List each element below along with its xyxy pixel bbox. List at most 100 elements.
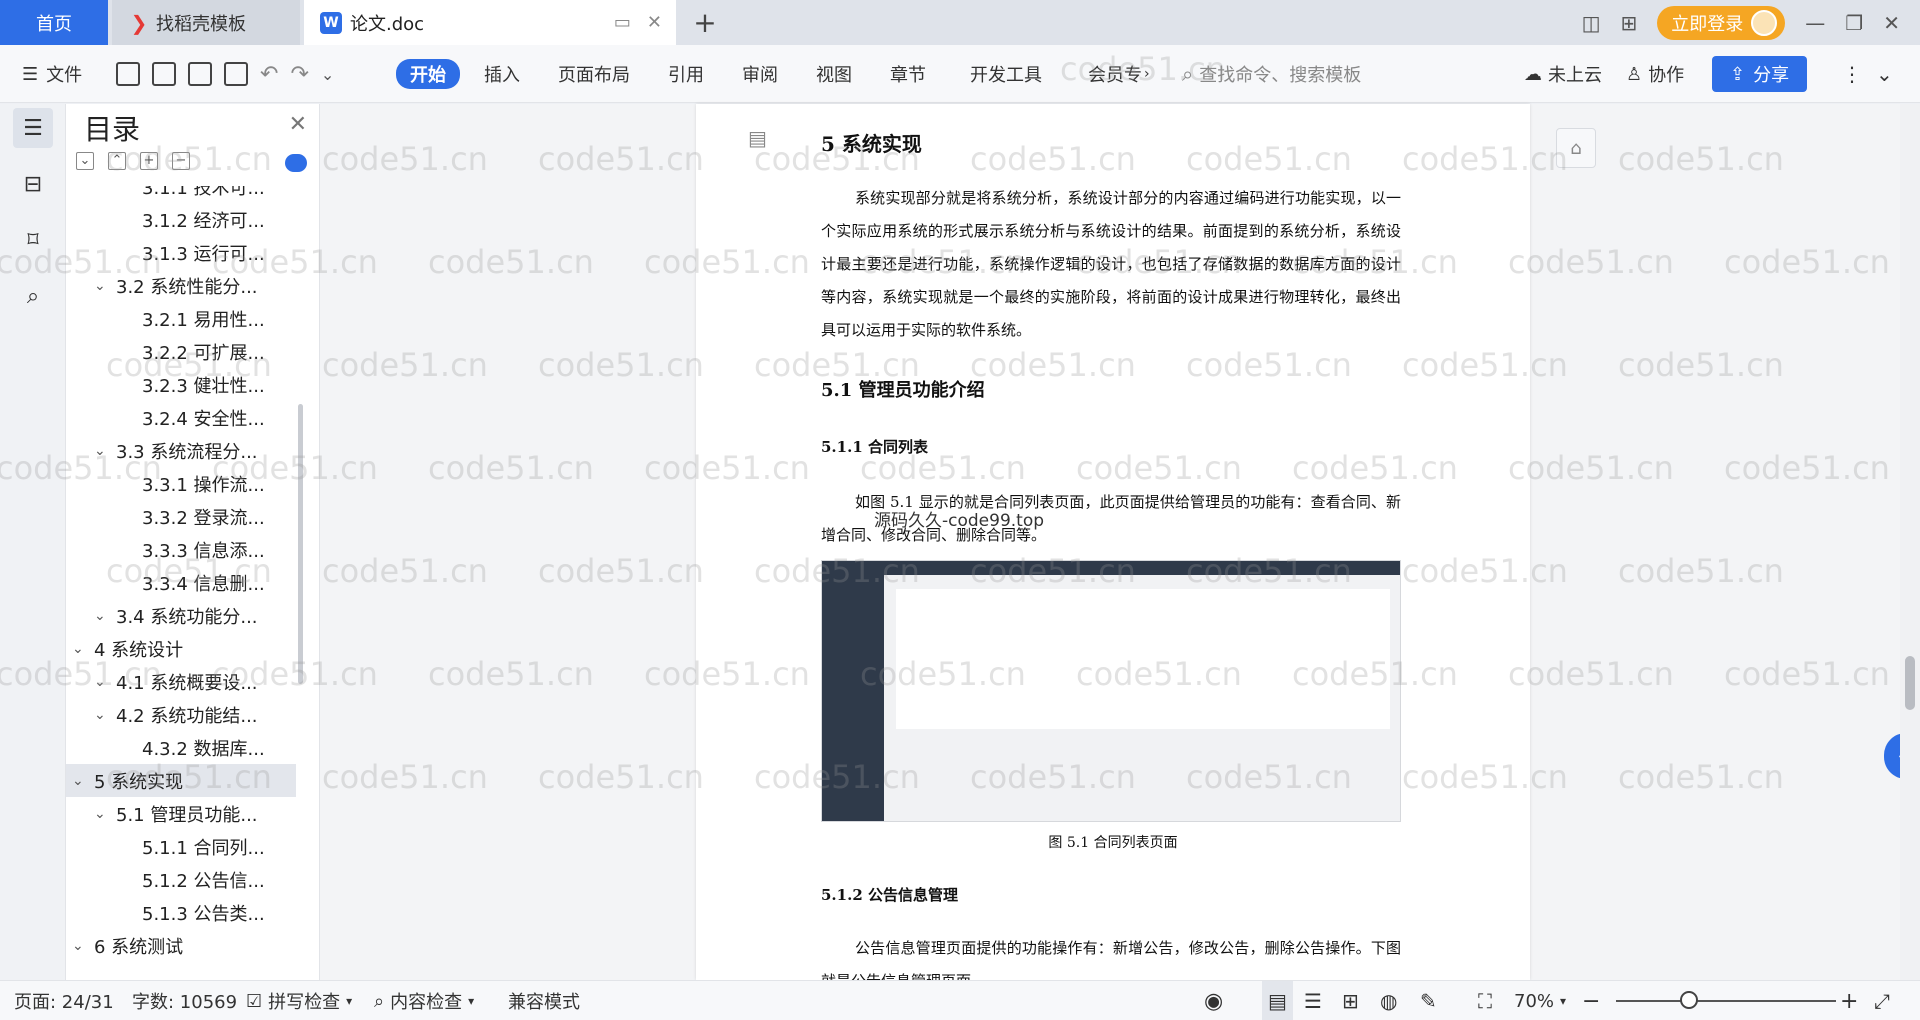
word-count[interactable]: 字数: 10569 <box>132 981 237 1020</box>
close-tab-icon[interactable]: ✕ <box>647 12 662 33</box>
chevron-down-icon[interactable]: ⌄ <box>72 641 94 657</box>
fullscreen-icon[interactable]: ⤢ <box>1874 981 1890 1020</box>
zoom-out-icon[interactable]: − <box>1582 981 1600 1020</box>
chevron-down-icon[interactable]: ⌄ <box>94 608 116 624</box>
print-preview-icon[interactable] <box>224 62 248 86</box>
collapse-ribbon-icon[interactable]: ⌄ <box>1876 45 1893 103</box>
toc-scrollbar[interactable] <box>298 404 303 684</box>
search-icon[interactable]: ⌕ <box>13 276 53 316</box>
toc-item[interactable]: 5.1.3 公告类... <box>66 896 296 929</box>
share-button[interactable]: ⇪ 分享 <box>1712 56 1808 92</box>
cloud-status-button[interactable]: ☁ 未上云 <box>1524 45 1602 103</box>
toc-item[interactable]: 3.1.2 经济可... <box>66 203 296 236</box>
toc-item[interactable]: ⌄ 4 系统设计 <box>66 632 296 665</box>
toc-item[interactable]: 3.1.3 运行可... <box>66 236 296 269</box>
ai-assistant-icon[interactable] <box>285 154 307 172</box>
toc-item[interactable]: 5.1.2 公告信... <box>66 863 296 896</box>
toc-item[interactable]: 3.2.4 安全性... <box>66 401 296 434</box>
new-tab-button[interactable]: + <box>690 0 720 45</box>
chevron-down-icon[interactable]: ⌄ <box>321 65 334 84</box>
filter-icon[interactable]: ⌂ <box>1556 128 1596 168</box>
tab-chapter[interactable]: 章节 <box>890 45 926 103</box>
reading-view-icon[interactable]: ⊞ <box>1342 981 1359 1020</box>
remove-heading-icon[interactable]: − <box>172 152 190 170</box>
close-window-icon[interactable]: ✕ <box>1883 11 1900 35</box>
layout-icon[interactable]: ◫ <box>1582 11 1601 35</box>
add-heading-icon[interactable]: + <box>140 152 158 170</box>
redo-icon[interactable]: ↷ <box>290 62 308 87</box>
tab-templates[interactable]: ❯ 找稻壳模板 <box>112 0 300 45</box>
tab-document[interactable]: W 论文.doc ▭ ✕ <box>304 0 676 45</box>
toc-item[interactable]: ⌄ 5 系统实现 <box>66 764 296 797</box>
vertical-scrollbar[interactable] <box>1900 104 1920 980</box>
zoom-level-dropdown[interactable]: 70% ▾ <box>1514 981 1566 1020</box>
fit-page-icon[interactable]: ⛶ <box>1478 981 1492 1020</box>
screen-icon[interactable]: ▭ <box>614 12 631 33</box>
document-page[interactable]: ▤ 5 系统实现 系统实现部分就是将系统分析，系统设计部分的内容通过编码进行功能… <box>696 104 1530 980</box>
close-icon[interactable]: ✕ <box>289 112 307 137</box>
toc-item[interactable]: ⌄ 5.1 管理员功能... <box>66 797 296 830</box>
expand-all-icon[interactable]: ⌄ <box>76 152 94 170</box>
tab-start[interactable]: 开始 <box>396 45 460 103</box>
file-menu-button[interactable]: ☰ 文件 <box>22 45 82 103</box>
tab-home[interactable]: 首页 <box>0 0 108 45</box>
toc-item[interactable]: ⌄ 3.4 系统功能分... <box>66 599 296 632</box>
document-icon[interactable]: ▤ <box>748 126 767 150</box>
figure-screenshot[interactable] <box>821 560 1401 822</box>
toc-item[interactable]: ⌄ 4.1 系统概要设... <box>66 665 296 698</box>
command-search[interactable]: ⌕ 查找命令、搜索模板 <box>1182 45 1361 103</box>
save-icon[interactable] <box>116 62 140 86</box>
pen-icon[interactable]: ✎ <box>1420 981 1437 1020</box>
collab-button[interactable]: ♙ 协作 <box>1626 45 1684 103</box>
tab-insert[interactable]: 插入 <box>484 45 520 103</box>
chevron-down-icon[interactable]: ⌄ <box>72 773 94 789</box>
undo-icon[interactable]: ↶ <box>260 62 278 87</box>
tab-member[interactable]: 会员专 › <box>1088 45 1150 103</box>
eye-icon[interactable]: ◉ <box>1204 981 1223 1020</box>
restore-icon[interactable]: ❐ <box>1845 11 1863 35</box>
grid-icon[interactable]: ⊞ <box>1621 11 1638 35</box>
toc-item[interactable]: 3.2.2 可扩展... <box>66 335 296 368</box>
page-indicator[interactable]: 页面: 24/31 <box>14 981 114 1020</box>
tab-layout[interactable]: 页面布局 <box>558 45 630 103</box>
zoom-in-icon[interactable]: + <box>1840 981 1858 1020</box>
chevron-down-icon[interactable]: ⌄ <box>94 278 116 294</box>
toc-item[interactable]: 3.3.4 信息删... <box>66 566 296 599</box>
toc-item[interactable]: ⌄ 3.3 系统流程分... <box>66 434 296 467</box>
content-check-button[interactable]: ⌕ 内容检查 ▾ <box>374 981 474 1020</box>
zoom-slider[interactable] <box>1616 1000 1836 1002</box>
toc-item[interactable]: 5.1.1 合同列... <box>66 830 296 863</box>
toc-item[interactable]: 3.3.1 操作流... <box>66 467 296 500</box>
scrollbar-thumb[interactable] <box>1905 656 1915 710</box>
toc-item[interactable]: 3.3.2 登录流... <box>66 500 296 533</box>
more-icon[interactable]: ⋮ <box>1842 45 1862 103</box>
page-view-icon[interactable]: ▤ <box>1262 981 1293 1020</box>
outline-view-icon[interactable]: ☰ <box>1304 981 1322 1020</box>
chevron-down-icon[interactable]: ⌄ <box>94 707 116 723</box>
collapse-all-icon[interactable]: ⌃ <box>108 152 126 170</box>
login-button[interactable]: 立即登录 <box>1657 5 1786 40</box>
toc-icon[interactable]: ☰ <box>13 108 53 148</box>
toc-item[interactable]: ⌄ 3.2 系统性能分... <box>66 269 296 302</box>
tab-view[interactable]: 视图 <box>816 45 852 103</box>
spell-check-button[interactable]: ☑ 拼写检查 ▾ <box>246 981 352 1020</box>
chevron-down-icon[interactable]: ⌄ <box>94 674 116 690</box>
minimize-icon[interactable]: — <box>1805 11 1825 35</box>
zoom-slider-handle[interactable] <box>1680 991 1698 1009</box>
chevron-down-icon[interactable]: ⌄ <box>72 938 94 954</box>
chevron-down-icon[interactable]: ⌄ <box>94 806 116 822</box>
print-icon[interactable] <box>188 62 212 86</box>
chevron-down-icon[interactable]: ⌄ <box>94 443 116 459</box>
toc-item[interactable]: ⌄ 4.2 系统功能结... <box>66 698 296 731</box>
toc-item[interactable]: 4.3.2 数据库... <box>66 731 296 764</box>
toc-item[interactable]: 3.1.1 技术可... <box>66 186 296 203</box>
tab-developer[interactable]: 开发工具 <box>970 45 1042 103</box>
web-view-icon[interactable]: ◍ <box>1380 981 1397 1020</box>
navigation-icon[interactable]: ⊟ <box>13 164 53 204</box>
toc-item[interactable]: 3.2.3 健壮性... <box>66 368 296 401</box>
tab-review[interactable]: 审阅 <box>742 45 778 103</box>
toc-item[interactable]: ⌄ 6 系统测试 <box>66 929 296 962</box>
toc-item[interactable]: 3.2.1 易用性... <box>66 302 296 335</box>
tab-references[interactable]: 引用 <box>668 45 704 103</box>
toc-item[interactable]: 3.3.3 信息添... <box>66 533 296 566</box>
